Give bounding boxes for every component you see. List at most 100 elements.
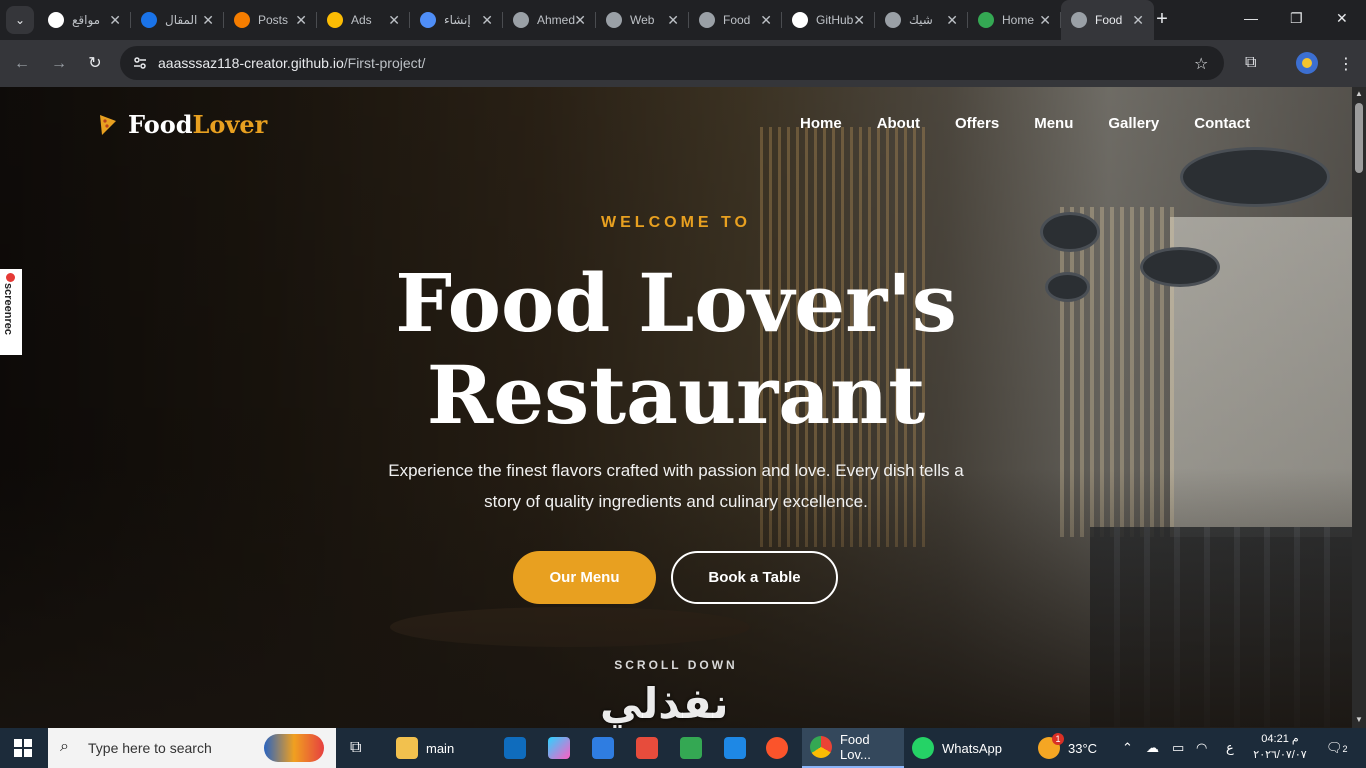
taskbar-store[interactable] xyxy=(592,728,622,768)
restore-icon[interactable]: ❐ xyxy=(1290,10,1303,27)
taskbar-copilot[interactable] xyxy=(548,728,578,768)
extensions-icon[interactable]: ⧉ xyxy=(1245,54,1256,72)
taskbar-app[interactable] xyxy=(636,728,666,768)
site-logo[interactable]: FoodLover xyxy=(98,110,267,139)
tab-title: Ahmed xyxy=(537,13,576,27)
page-viewport: FoodLover Home About Offers Menu Gallery… xyxy=(0,87,1352,728)
tab-close-icon[interactable]: ✕ xyxy=(760,12,772,29)
browser-tab[interactable]: مواقع ✕ xyxy=(38,0,131,40)
tab-close-icon[interactable]: ✕ xyxy=(1132,12,1144,29)
taskbar-app[interactable] xyxy=(724,728,754,768)
notification-icon[interactable]: 🗨2 xyxy=(1326,740,1348,756)
globe-icon xyxy=(885,12,901,28)
scroll-down-icon[interactable]: ▼ xyxy=(1354,715,1364,724)
tab-close-icon[interactable]: ✕ xyxy=(388,12,400,29)
file-explorer-label: main xyxy=(426,740,455,756)
our-menu-button[interactable]: Our Menu xyxy=(513,551,656,604)
google-icon xyxy=(48,12,64,28)
tab-search-button[interactable]: ⌄ xyxy=(6,6,34,34)
tab-close-icon[interactable]: ✕ xyxy=(481,12,493,29)
globe-icon xyxy=(699,12,715,28)
system-clock[interactable]: 04:21 م ٢٠٢٦/٠٧/٠٧ xyxy=(1250,731,1310,763)
brave-icon xyxy=(766,737,788,759)
tab-close-icon[interactable]: ✕ xyxy=(574,12,586,29)
browser-tab[interactable]: Ads ✕ xyxy=(317,0,410,40)
wifi-icon[interactable]: ◠ xyxy=(1196,740,1207,756)
bookmark-star-icon[interactable]: ☆ xyxy=(1194,54,1208,74)
browser-tab[interactable]: Food ✕ xyxy=(1061,0,1154,40)
tab-title: Ads xyxy=(351,13,372,27)
back-icon[interactable]: ← xyxy=(10,52,34,76)
tab-close-icon[interactable]: ✕ xyxy=(202,12,214,29)
browser-tab[interactable]: إنشاء ✕ xyxy=(410,0,503,40)
weather-widget[interactable]: 1 33°C xyxy=(1038,728,1097,768)
tab-close-icon[interactable]: ✕ xyxy=(946,12,958,29)
browser-tab[interactable]: Posts ✕ xyxy=(224,0,317,40)
reload-icon[interactable]: ↻ xyxy=(83,52,107,76)
tab-title: Posts xyxy=(258,13,289,27)
browser-tab[interactable]: شيك ✕ xyxy=(875,0,968,40)
hero-title-line2: Restaurant xyxy=(426,348,926,442)
onedrive-icon[interactable]: ☁ xyxy=(1146,740,1159,756)
browser-tab[interactable]: Web ✕ xyxy=(596,0,689,40)
tab-close-icon[interactable]: ✕ xyxy=(109,12,121,29)
record-dot-icon xyxy=(6,273,15,282)
page-scrollbar[interactable]: ▲ ▼ xyxy=(1352,87,1366,728)
close-window-icon[interactable]: ✕ xyxy=(1336,10,1348,27)
scroll-up-icon[interactable]: ▲ xyxy=(1354,89,1364,98)
language-indicator[interactable]: ع xyxy=(1226,740,1234,756)
browser-tab[interactable]: Home ✕ xyxy=(968,0,1061,40)
address-bar[interactable]: aaasssaz118-creator.github.io/First-proj… xyxy=(120,46,1224,80)
main-nav: Home About Offers Menu Gallery Contact xyxy=(800,115,1285,132)
taskbar-file-explorer[interactable]: main xyxy=(396,728,454,768)
site-settings-icon[interactable] xyxy=(132,55,148,71)
globe-icon xyxy=(513,12,529,28)
profile-avatar[interactable] xyxy=(1296,52,1318,74)
windows-start-icon[interactable] xyxy=(14,739,32,757)
nav-menu[interactable]: Menu xyxy=(1034,115,1073,132)
taskbar-search[interactable]: ⌕ Type here to search xyxy=(48,728,336,768)
app-icon xyxy=(636,737,658,759)
tab-close-icon[interactable]: ✕ xyxy=(295,12,307,29)
google-drive-icon xyxy=(978,12,994,28)
nav-offers[interactable]: Offers xyxy=(955,115,999,132)
browser-tab[interactable]: المقال ✕ xyxy=(131,0,224,40)
taskbar-brave[interactable] xyxy=(766,728,796,768)
more-menu-icon[interactable]: ⋮ xyxy=(1338,54,1354,74)
copilot-icon xyxy=(548,737,570,759)
taskbar-outlook[interactable] xyxy=(504,728,534,768)
taskbar-chrome[interactable]: Food Lov... xyxy=(802,728,904,768)
url-text[interactable]: aaasssaz118-creator.github.io/First-proj… xyxy=(158,55,425,71)
search-placeholder: Type here to search xyxy=(88,740,212,756)
browser-tab[interactable]: Ahmed ✕ xyxy=(503,0,596,40)
minimize-icon[interactable]: — xyxy=(1244,10,1258,26)
tray-chevron-icon[interactable]: ⌃ xyxy=(1122,740,1133,756)
new-tab-button[interactable]: + xyxy=(1150,8,1174,32)
outlook-icon xyxy=(504,737,526,759)
browser-tab[interactable]: Food ✕ xyxy=(689,0,782,40)
tab-close-icon[interactable]: ✕ xyxy=(853,12,865,29)
nav-contact[interactable]: Contact xyxy=(1194,115,1250,132)
browser-tab[interactable]: GitHub ✕ xyxy=(782,0,875,40)
folder-icon xyxy=(396,737,418,759)
task-view-icon[interactable]: ⧉ xyxy=(350,728,361,768)
battery-icon[interactable]: ▭ xyxy=(1172,740,1184,756)
screenrec-widget[interactable]: screenrec xyxy=(0,269,22,355)
nav-home[interactable]: Home xyxy=(800,115,842,132)
nav-about[interactable]: About xyxy=(877,115,920,132)
forward-icon[interactable]: → xyxy=(47,52,71,76)
scrollbar-thumb[interactable] xyxy=(1355,103,1363,173)
hero-title: Food Lover's Restaurant xyxy=(0,257,1352,441)
google-ads-icon xyxy=(327,12,343,28)
weather-sun-icon: 1 xyxy=(1038,733,1064,759)
scroll-down-indicator[interactable]: SCROLL DOWN xyxy=(0,658,1352,672)
tab-strip: ⌄ مواقع ✕ المقال ✕ Posts ✕ Ads ✕ إنشاء ✕ Ahmed ✕ Web… xyxy=(0,0,1366,40)
app-icon xyxy=(724,737,746,759)
nav-gallery[interactable]: Gallery xyxy=(1108,115,1159,132)
tab-close-icon[interactable]: ✕ xyxy=(1039,12,1051,29)
weather-alert-badge: 1 xyxy=(1052,733,1064,745)
taskbar-app[interactable] xyxy=(680,728,710,768)
taskbar-whatsapp[interactable]: WhatsApp xyxy=(912,728,1002,768)
tab-close-icon[interactable]: ✕ xyxy=(667,12,679,29)
book-table-button[interactable]: Book a Table xyxy=(671,551,838,604)
